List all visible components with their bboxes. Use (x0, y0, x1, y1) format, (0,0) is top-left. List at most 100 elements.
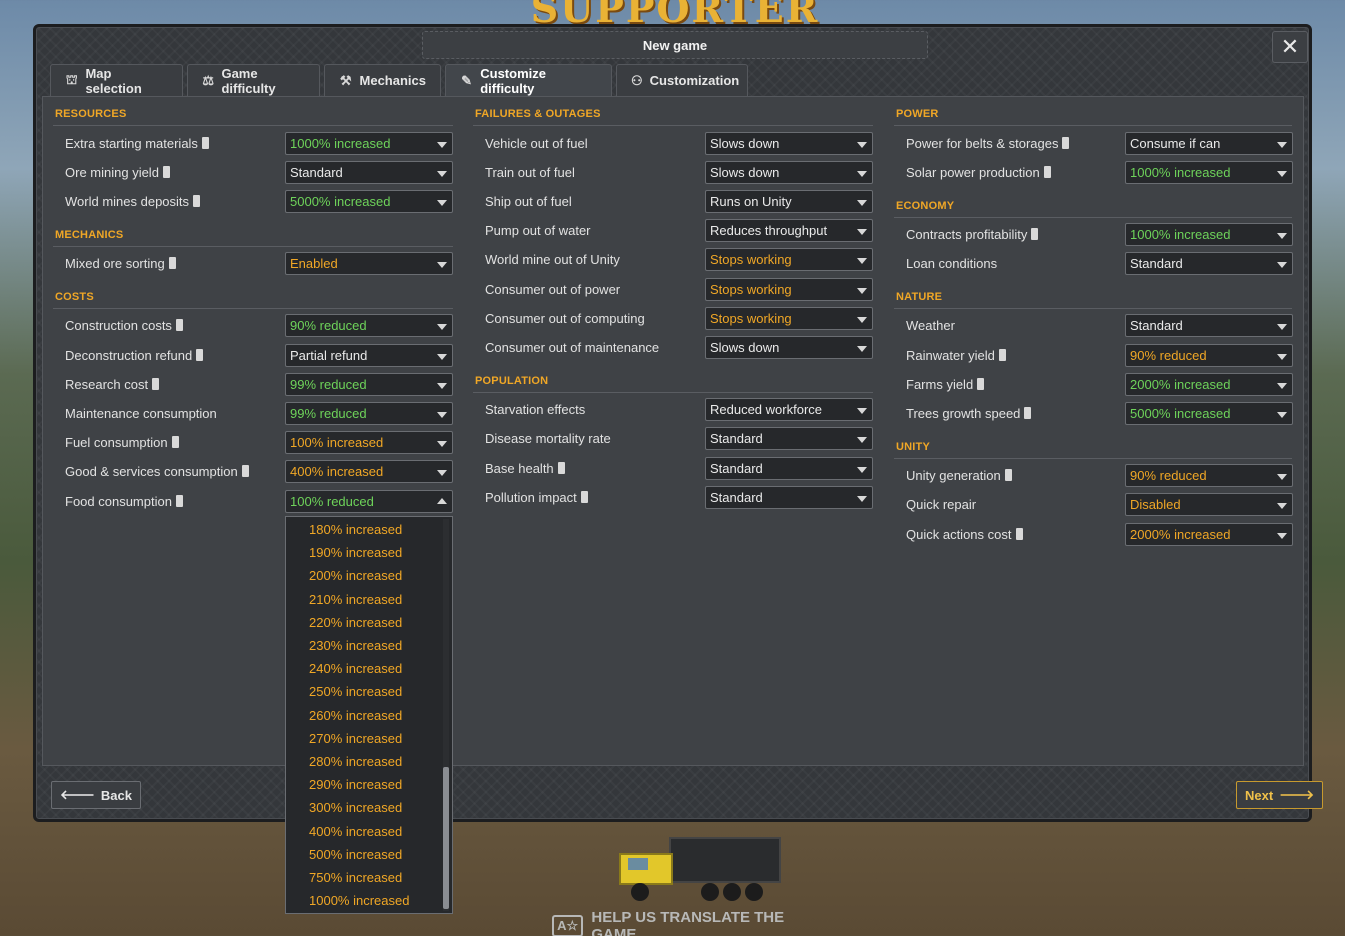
dropdown-option[interactable]: 270% increased (309, 731, 402, 751)
info-icon[interactable] (1043, 166, 1051, 178)
setting-dropdown[interactable]: 1000% increased (1125, 223, 1293, 246)
dropdown-value: 99% reduced (290, 377, 367, 392)
setting-dropdown[interactable]: Standard (285, 161, 453, 184)
dropdown-option[interactable]: 200% increased (309, 568, 402, 588)
setting-dropdown[interactable]: Consume if can (1125, 132, 1293, 155)
setting-label: Starvation effects (485, 398, 585, 420)
info-icon[interactable] (557, 462, 565, 474)
info-icon[interactable] (152, 378, 160, 390)
setting-dropdown[interactable]: Slows down (705, 132, 873, 155)
tab-mechanics[interactable]: ⚒ Mechanics (324, 64, 441, 96)
setting-dropdown[interactable]: 90% reduced (1125, 344, 1293, 367)
chevron-down-icon (857, 496, 867, 502)
dropdown-option[interactable]: 230% increased (309, 638, 402, 658)
setting-label: Weather (906, 314, 955, 336)
setting-label: Contracts profitability (906, 223, 1039, 245)
setting-dropdown[interactable]: 5000% increased (285, 190, 453, 213)
info-icon[interactable] (162, 166, 170, 178)
dropdown-option[interactable]: 400% increased (309, 824, 402, 844)
info-icon[interactable] (1015, 528, 1023, 540)
info-icon[interactable] (175, 319, 183, 331)
info-icon[interactable] (977, 378, 985, 390)
chevron-down-icon (437, 354, 447, 360)
dropdown-option[interactable]: 190% increased (309, 545, 402, 565)
dropdown-option[interactable]: 280% increased (309, 754, 402, 774)
setting-dropdown[interactable]: Standard (1125, 314, 1293, 337)
info-icon[interactable] (196, 349, 204, 361)
dropdown-value: Slows down (710, 340, 780, 355)
food-consumption-options-list[interactable]: 180% increased 190% increased 200% increas… (285, 516, 453, 914)
setting-dropdown[interactable]: Standard (705, 486, 873, 509)
setting-dropdown[interactable]: 100% increased (285, 431, 453, 454)
section-heading-failures-outages: FAILURES & OUTAGES (475, 108, 601, 120)
setting-dropdown[interactable]: Slows down (705, 161, 873, 184)
info-icon[interactable] (175, 495, 183, 507)
setting-dropdown[interactable]: Slows down (705, 336, 873, 359)
setting-dropdown[interactable]: Runs on Unity (705, 190, 873, 213)
tab-customization[interactable]: ⚇ Customization (616, 64, 748, 96)
setting-label-text: Contracts profitability (906, 226, 1028, 242)
tab-game-difficulty[interactable]: ⚖ Game difficulty (187, 64, 320, 96)
dropdown-value: Stops working (710, 282, 792, 297)
close-button[interactable]: ✕ (1272, 31, 1308, 63)
info-icon[interactable] (171, 436, 179, 448)
chevron-down-icon (857, 408, 867, 414)
setting-dropdown[interactable]: 2000% increased (1125, 373, 1293, 396)
section-divider (894, 308, 1292, 309)
setting-dropdown[interactable]: 400% increased (285, 460, 453, 483)
setting-label: Deconstruction refund (65, 344, 204, 366)
info-icon[interactable] (168, 257, 176, 269)
setting-dropdown[interactable]: Reduced workforce (705, 398, 873, 421)
back-button[interactable]: 🡐 Back (51, 781, 141, 809)
setting-dropdown[interactable]: 5000% increased (1125, 402, 1293, 425)
dropdown-option[interactable]: 500% increased (309, 847, 402, 867)
dropdown-option[interactable]: 260% increased (309, 708, 402, 728)
setting-dropdown[interactable]: 99% reduced (285, 373, 453, 396)
setting-dropdown[interactable]: 90% reduced (285, 314, 453, 337)
setting-dropdown[interactable]: Standard (705, 427, 873, 450)
next-button[interactable]: Next 🡒 (1236, 781, 1324, 809)
setting-dropdown[interactable]: Disabled (1125, 493, 1293, 516)
info-icon[interactable] (241, 465, 249, 477)
setting-dropdown[interactable]: 1000% increased (285, 132, 453, 155)
info-icon[interactable] (1062, 137, 1070, 149)
setting-dropdown[interactable]: Standard (705, 457, 873, 480)
dropdown-option[interactable]: 1000% increased (309, 893, 409, 913)
setting-dropdown[interactable]: Partial refund (285, 344, 453, 367)
setting-label-text: Power for belts & storages (906, 135, 1059, 151)
dropdown-option[interactable]: 180% increased (309, 522, 402, 542)
setting-dropdown[interactable]: 99% reduced (285, 402, 453, 425)
setting-label-text: Farms yield (906, 376, 974, 392)
dropdown-option[interactable]: 750% increased (309, 870, 402, 890)
dropdown-option[interactable]: 210% increased (309, 592, 402, 612)
info-icon[interactable] (1004, 469, 1012, 481)
setting-dropdown[interactable]: Reduces throughput (705, 219, 873, 242)
scales-icon: ⚖ (202, 72, 215, 88)
tab-customize-difficulty[interactable]: ✎ Customize difficulty (445, 64, 612, 96)
tab-map-selection[interactable]: ⛫ Map selection (50, 64, 183, 96)
setting-dropdown[interactable]: Stops working (705, 307, 873, 330)
setting-dropdown[interactable]: 90% reduced (1125, 464, 1293, 487)
info-icon[interactable] (1031, 228, 1039, 240)
setting-dropdown[interactable]: Stops working (705, 248, 873, 271)
people-icon: ⚇ (631, 72, 643, 88)
info-icon[interactable] (998, 349, 1006, 361)
dropdown-value: Disabled (1130, 497, 1181, 512)
info-icon[interactable] (1024, 407, 1032, 419)
setting-dropdown[interactable]: 100% reduced (285, 490, 453, 513)
dropdown-option[interactable]: 220% increased (309, 615, 402, 635)
dropdown-option[interactable]: 250% increased (309, 684, 402, 704)
info-icon[interactable] (580, 491, 588, 503)
setting-dropdown[interactable]: Standard (1125, 252, 1293, 275)
setting-label: Power for belts & storages (906, 132, 1070, 154)
setting-dropdown[interactable]: 1000% increased (1125, 161, 1293, 184)
dropdown-option[interactable]: 300% increased (309, 800, 402, 820)
setting-dropdown[interactable]: 2000% increased (1125, 523, 1293, 546)
setting-dropdown[interactable]: Stops working (705, 278, 873, 301)
info-icon[interactable] (201, 137, 209, 149)
info-icon[interactable] (193, 195, 201, 207)
dropdown-option[interactable]: 290% increased (309, 777, 402, 797)
dropdown-option[interactable]: 240% increased (309, 661, 402, 681)
setting-dropdown[interactable]: Enabled (285, 252, 453, 275)
scrollbar-thumb[interactable] (443, 767, 449, 909)
